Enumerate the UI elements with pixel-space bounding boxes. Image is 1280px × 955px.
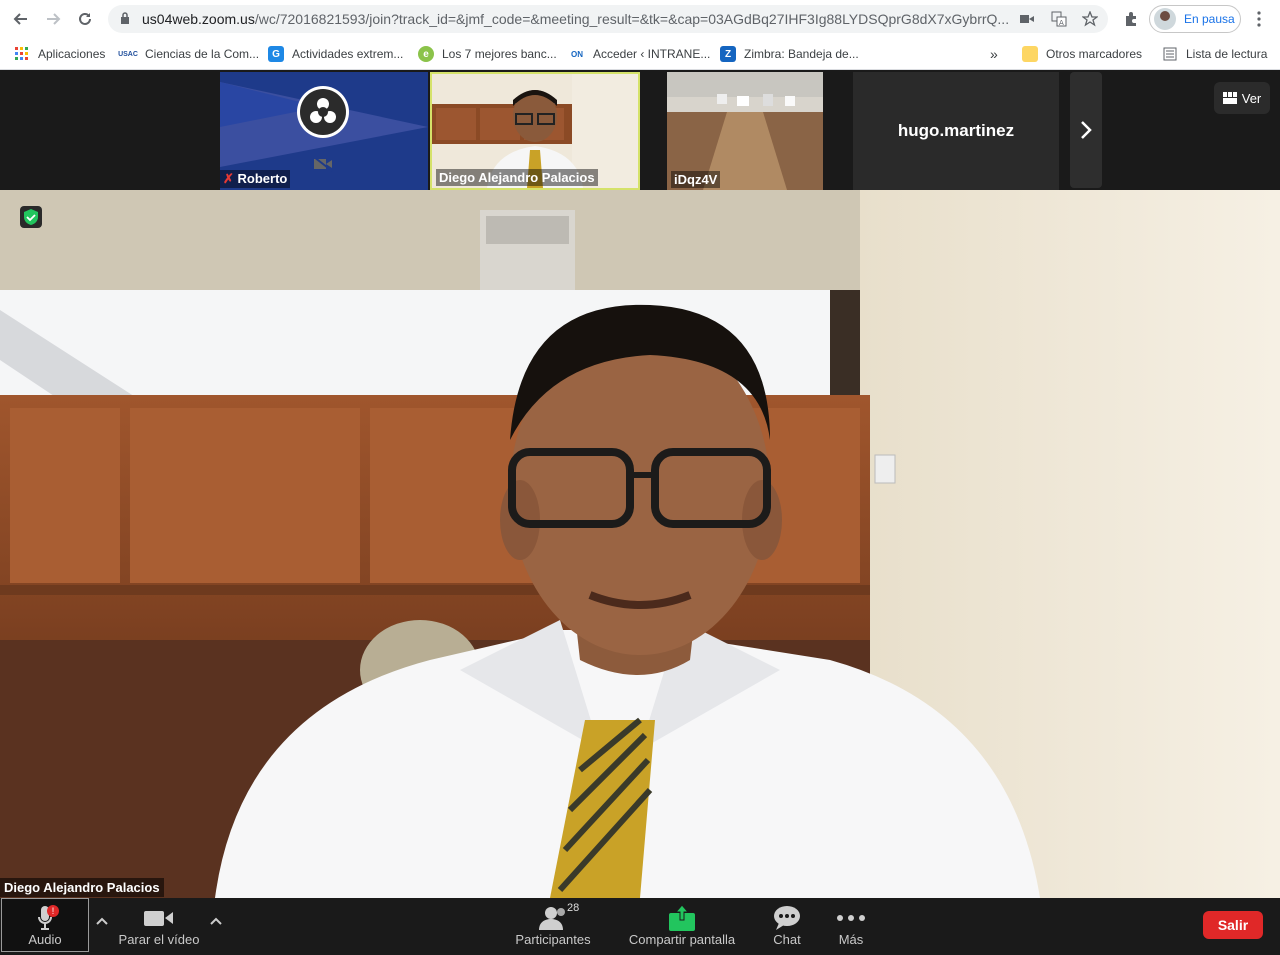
back-icon[interactable] [8, 7, 34, 31]
speaker-video-frame [0, 190, 1280, 898]
participant-tile-idqz4v[interactable]: iDqz4V [667, 72, 823, 190]
url-text[interactable]: us04web.zoom.us/wc/72016821593/join?trac… [142, 11, 1022, 27]
profile-label: En pausa [1184, 12, 1235, 26]
bookmark-los7[interactable]: e Los 7 mejores banc... [418, 44, 557, 64]
chat-bubble-icon [773, 904, 801, 932]
active-speaker-video [0, 190, 1280, 898]
bookmark-label: Acceder ‹ INTRANE... [593, 47, 711, 61]
video-options-caret-icon[interactable] [210, 912, 222, 928]
usac-icon: USAC [118, 46, 138, 62]
bookmark-label: Otros marcadores [1046, 47, 1143, 61]
obs-logo-icon [297, 86, 349, 138]
share-screen-button[interactable]: Compartir pantalla [622, 898, 742, 952]
participant-name-text: Roberto [237, 171, 288, 186]
audio-options-caret-icon[interactable] [96, 912, 108, 928]
participant-tile-hugo[interactable]: hugo.martinez [853, 72, 1059, 190]
translate-icon[interactable]: A [1050, 10, 1068, 28]
view-label: Ver [1241, 90, 1262, 106]
participant-tile-diego[interactable]: Diego Alejandro Palacios [430, 72, 640, 190]
forward-icon[interactable] [40, 7, 66, 31]
reload-icon[interactable] [72, 7, 98, 31]
apps-grid-icon [14, 46, 30, 62]
bookmark-label: Los 7 mejores banc... [442, 47, 557, 61]
share-label: Compartir pantalla [628, 931, 736, 947]
next-page-button[interactable] [1070, 72, 1102, 188]
browser-toolbar: us04web.zoom.us/wc/72016821593/join?trac… [0, 0, 1280, 38]
bookmark-label: Actividades extrem... [292, 47, 404, 61]
bookmark-apps[interactable]: Aplicaciones [14, 44, 105, 64]
audio-warning-badge: ! [47, 905, 59, 917]
grid-view-icon [1222, 92, 1237, 104]
folder-icon [1022, 46, 1038, 62]
extensions-icon[interactable] [1118, 7, 1144, 31]
svg-text:A: A [1059, 19, 1064, 27]
on-icon: ON [569, 46, 585, 62]
lock-icon [121, 12, 129, 24]
menu-kebab-icon[interactable] [1246, 7, 1272, 31]
view-button[interactable]: Ver [1214, 82, 1270, 114]
leave-meeting-button[interactable]: Salir [1203, 911, 1263, 939]
participant-name: ✗ Roberto [220, 170, 291, 188]
chat-button[interactable]: Chat [760, 898, 814, 952]
zimbra-icon: Z [720, 46, 736, 62]
url-path: /wc/72016821593/join?track_id=&jmf_code=… [254, 11, 1010, 27]
video-label: Parar el vídeo [118, 931, 200, 947]
bookmark-label: Aplicaciones [38, 47, 106, 61]
bookmark-label: Lista de lectura [1186, 47, 1268, 61]
bookmark-ciencias[interactable]: USAC Ciencias de la Com... [118, 44, 260, 64]
bookmark-label: Ciencias de la Com... [145, 47, 260, 61]
mic-muted-icon: ✗ [223, 171, 234, 186]
reading-list-icon [1162, 46, 1178, 62]
participants-label: Participantes [515, 931, 591, 947]
participants-icon [537, 904, 569, 932]
stop-video-button[interactable]: Parar el vídeo [114, 898, 204, 952]
video-off-icon [313, 156, 333, 177]
bookmark-other[interactable]: Otros marcadores [1022, 44, 1142, 64]
bookmarks-overflow[interactable]: » [990, 44, 998, 64]
participant-tile-roberto[interactable]: ✗ Roberto [220, 72, 428, 190]
more-label: Más [838, 931, 864, 947]
bookmarks-bar: Aplicaciones USAC Ciencias de la Com... … [0, 38, 1280, 70]
active-speaker-name: Diego Alejandro Palacios [0, 878, 164, 897]
participants-button[interactable]: Participantes [508, 898, 598, 952]
audio-button[interactable]: ! Audio [1, 898, 89, 952]
g-icon: G [268, 46, 284, 62]
more-button[interactable]: Más [826, 898, 876, 952]
star-icon[interactable] [1081, 10, 1099, 28]
participant-name: Diego Alejandro Palacios [436, 169, 598, 186]
bookmark-label: Zimbra: Bandeja de... [744, 47, 859, 61]
video-camera-icon [144, 904, 174, 932]
profile-button[interactable]: En pausa [1149, 5, 1241, 33]
encryption-shield-icon[interactable] [20, 206, 42, 228]
share-screen-icon [668, 904, 696, 932]
participant-name: hugo.martinez [897, 121, 1015, 140]
url-host: us04web.zoom.us [142, 11, 255, 27]
bookmark-zimbra[interactable]: Z Zimbra: Bandeja de... [720, 44, 859, 64]
bookmark-intranet[interactable]: ON Acceder ‹ INTRANE... [569, 44, 710, 64]
e-icon: e [418, 46, 434, 62]
more-dots-icon [837, 904, 865, 932]
chat-label: Chat [773, 931, 801, 947]
camera-icon[interactable] [1018, 10, 1036, 28]
meeting-controls: ! Audio Parar el vídeo Participantes 28 … [0, 898, 1280, 955]
reading-list[interactable]: Lista de lectura [1162, 44, 1267, 64]
address-bar[interactable]: us04web.zoom.us/wc/72016821593/join?trac… [108, 5, 1108, 33]
avatar [1154, 8, 1176, 30]
chevron-right-icon [1081, 121, 1092, 139]
participant-name: iDqz4V [671, 171, 721, 188]
audio-label: Audio [28, 931, 62, 947]
participants-count: 28 [567, 902, 580, 914]
bookmark-actividades[interactable]: G Actividades extrem... [268, 44, 403, 64]
